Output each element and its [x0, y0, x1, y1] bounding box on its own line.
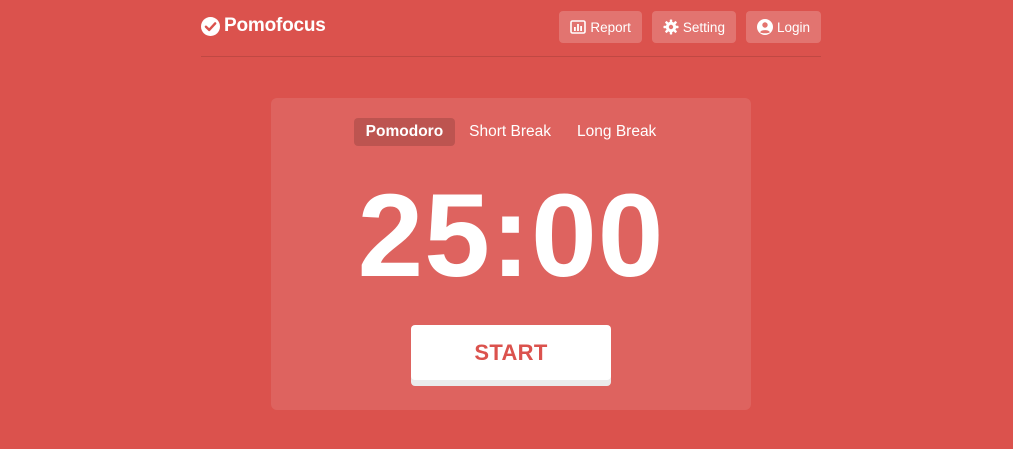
top-nav: Report Setting Login	[559, 11, 821, 43]
tab-short-break[interactable]: Short Break	[457, 118, 563, 146]
report-label: Report	[590, 19, 631, 35]
timer-card: Pomodoro Short Break Long Break 25:00 ST…	[271, 98, 751, 410]
setting-button[interactable]: Setting	[651, 11, 736, 43]
tab-long-break[interactable]: Long Break	[565, 118, 668, 146]
report-button[interactable]: Report	[559, 11, 642, 43]
header: Pomofocus Report Setting Login	[201, 0, 821, 57]
tab-pomodoro[interactable]: Pomodoro	[353, 118, 456, 146]
pomodoro-page: Pomofocus Report Setting Login Pomodoro …	[0, 0, 1013, 449]
login-label: Login	[776, 19, 810, 35]
timer-display: 25:00	[357, 170, 665, 302]
check-circle-icon	[201, 16, 220, 36]
gear-icon	[663, 19, 679, 35]
logo[interactable]: Pomofocus	[201, 14, 326, 38]
setting-label: Setting	[682, 19, 725, 35]
login-button[interactable]: Login	[745, 11, 821, 43]
bar-chart-icon	[570, 19, 587, 35]
user-circle-icon	[756, 19, 773, 35]
app-name: Pomofocus	[224, 15, 326, 36]
timer-mode-tabs: Pomodoro Short Break Long Break	[271, 118, 751, 146]
start-button[interactable]: START	[411, 325, 611, 380]
